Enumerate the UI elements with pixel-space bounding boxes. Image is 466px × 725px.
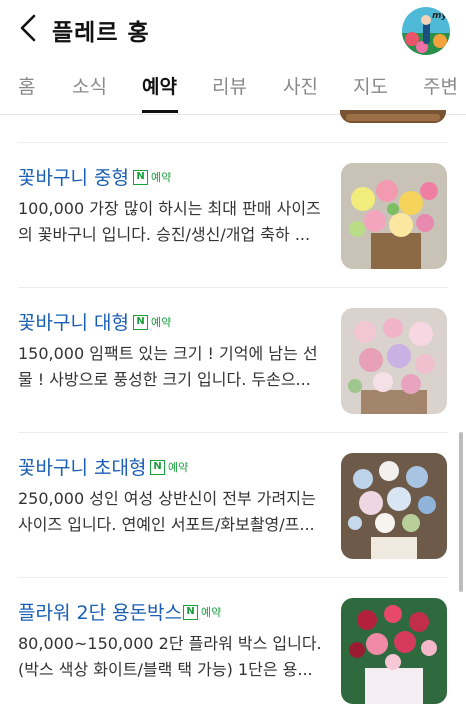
divider [18, 287, 448, 288]
item-photo[interactable] [341, 163, 447, 269]
item-title[interactable]: 꽃바구니 대형 [18, 308, 129, 335]
item-description: 80,000~150,000 2단 플라워 박스 입니다. (박스 색상 화이트… [18, 631, 328, 683]
avatar-label: my [432, 11, 448, 21]
item-description: 250,000 성인 여성 상반신이 전부 가려지는 사이즈 입니다. 연예인 … [18, 486, 328, 538]
back-arrow-icon[interactable] [14, 12, 44, 44]
item-description-line: (박스 색상 화이트/블랙 택 가능) 1단은 용... [18, 660, 313, 679]
naver-n-icon: N [133, 314, 148, 330]
tab-photos[interactable]: 사진 [283, 72, 318, 99]
divider [18, 142, 448, 143]
scrollbar[interactable] [459, 432, 463, 592]
active-tab-indicator [142, 110, 178, 113]
reservation-badge: N 예약 [183, 604, 221, 620]
badge-label: 예약 [151, 171, 172, 184]
avatar[interactable]: my [402, 7, 450, 55]
reservation-badge: N 예약 [133, 314, 171, 330]
item-description: 100,000 가장 많이 하시는 최대 판매 사이즈 의 꽃바구니 입니다. … [18, 196, 328, 248]
item-description: 150,000 임팩트 있는 크기 ! 기억에 남는 선 물 ! 사방으로 풍성… [18, 341, 328, 393]
tab-nearby[interactable]: 주변 [423, 72, 458, 99]
divider [18, 577, 448, 578]
tab-reviews[interactable]: 리뷰 [212, 72, 247, 99]
item-description-line: 250,000 성인 여성 상반신이 전부 가려지는 [18, 489, 316, 508]
item-description-line: 의 꽃바구니 입니다. 승진/생신/개업 축하 ... [18, 225, 311, 244]
tab-bar: 홈 소식 예약 리뷰 사진 지도 주변 [0, 60, 466, 115]
item-description-line: 물 ! 사방으로 풍성한 크기 입니다. 두손으... [18, 370, 311, 389]
item-description-line: 150,000 임팩트 있는 크기 ! 기억에 남는 선 [18, 344, 318, 363]
reservation-badge: N 예약 [133, 169, 171, 185]
tab-reservation[interactable]: 예약 [142, 72, 177, 99]
item-description-line: 100,000 가장 많이 하시는 최대 판매 사이즈 [18, 199, 321, 218]
naver-n-icon: N [133, 169, 148, 185]
page-title: 플레르 홍 [52, 20, 150, 46]
tab-map[interactable]: 지도 [353, 72, 388, 99]
divider [18, 432, 448, 433]
reservation-badge: N 예약 [150, 459, 188, 475]
tab-news[interactable]: 소식 [72, 72, 107, 99]
item-title[interactable]: 꽃바구니 중형 [18, 163, 129, 190]
item-photo[interactable] [341, 453, 447, 559]
badge-label: 예약 [151, 316, 172, 329]
item-description-line: 사이즈 입니다. 연예인 서포트/화보촬영/프... [18, 515, 315, 534]
item-photo[interactable] [341, 308, 447, 414]
item-title[interactable]: 꽃바구니 초대형 [18, 453, 146, 480]
app-header: 플레르 홍 my [0, 0, 466, 56]
naver-n-icon: N [183, 604, 198, 620]
badge-label: 예약 [201, 606, 222, 619]
item-photo[interactable] [341, 598, 447, 704]
item-title[interactable]: 플라워 2단 용돈박스 [18, 598, 182, 625]
naver-n-icon: N [150, 459, 165, 475]
tab-home[interactable]: 홈 [18, 72, 35, 99]
item-description-line: 80,000~150,000 2단 플라워 박스 입니다. [18, 634, 322, 653]
previous-item-photo[interactable] [340, 110, 446, 123]
badge-label: 예약 [168, 461, 189, 474]
